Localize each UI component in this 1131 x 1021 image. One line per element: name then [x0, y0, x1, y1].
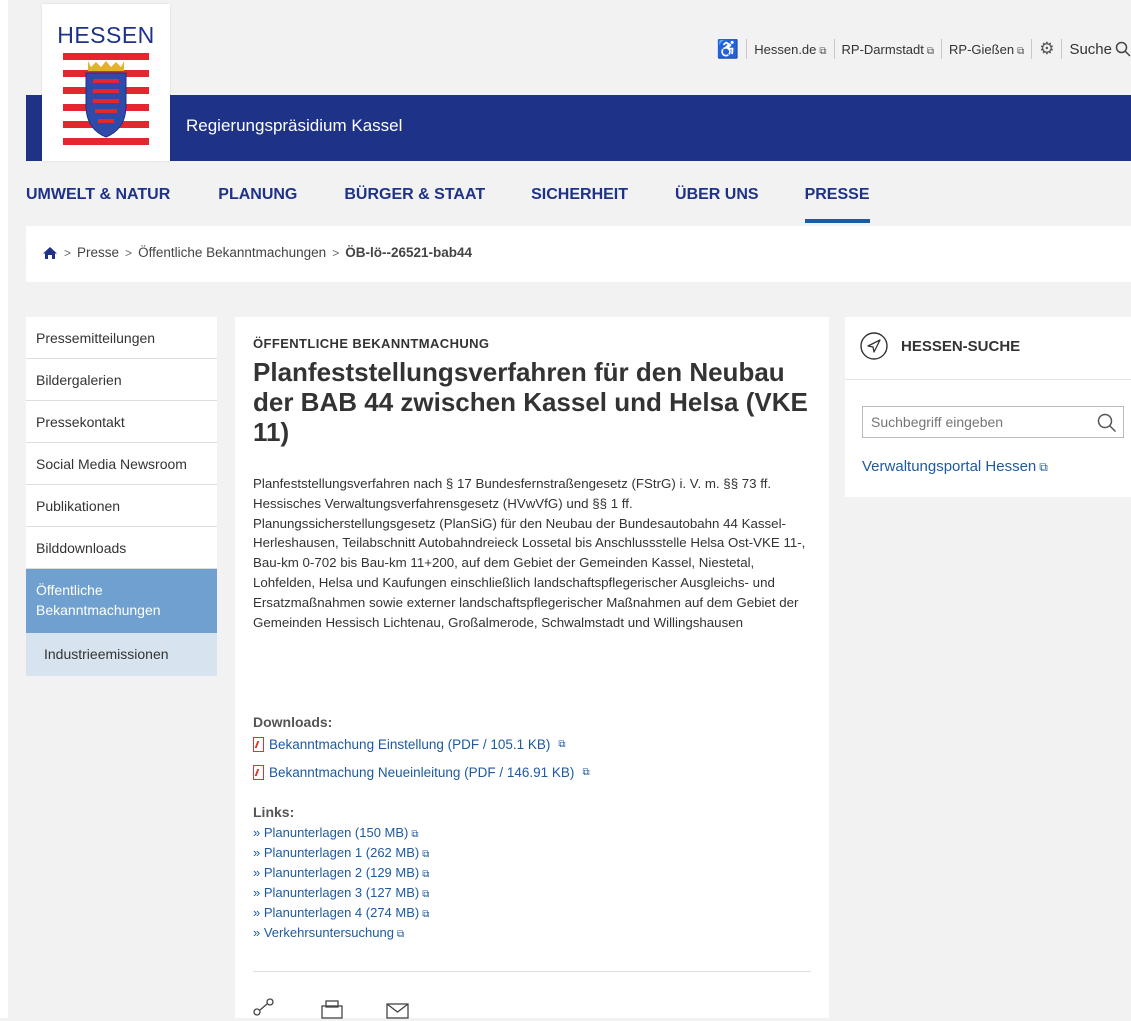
divider: [746, 39, 748, 59]
share-toolbar: [253, 997, 411, 1021]
nav-planung[interactable]: PLANUNG: [218, 186, 297, 204]
link-label: » Planunterlagen 2 (129 MB): [253, 865, 420, 880]
link-label: Verwaltungsportal Hessen: [862, 458, 1037, 475]
link-item[interactable]: » Planunterlagen 4 (274 MB) ⧉: [253, 905, 429, 920]
link-label: » Planunterlagen 3 (127 MB): [253, 885, 420, 900]
hessen-search-heading: HESSEN-SUCHE: [859, 331, 1020, 361]
sidebar-item-industrieemissionen[interactable]: Industrieemissionen: [26, 633, 217, 676]
divider: [941, 39, 943, 59]
paper-plane-icon: [860, 332, 888, 360]
link-item[interactable]: » Verkehrsuntersuchung ⧉: [253, 925, 404, 940]
divider: [833, 39, 835, 59]
settings-gear-icon[interactable]: ⚙: [1039, 39, 1054, 59]
breadcrumb: > Presse > Öffentliche Bekanntmachungen …: [42, 245, 472, 260]
sidebar-item-publikationen[interactable]: Publikationen: [26, 485, 217, 527]
chevron-right-icon: >: [332, 245, 340, 260]
search-icon[interactable]: [1097, 413, 1117, 433]
external-link-icon: ⧉: [1017, 45, 1025, 57]
home-icon[interactable]: [42, 246, 58, 260]
external-link-icon: ⧉: [819, 45, 827, 57]
hessen-logo[interactable]: HESSEN: [42, 4, 170, 161]
external-link-icon: ⧉: [582, 767, 590, 778]
sidebar-item-bekanntmachungen[interactable]: Öffentliche Bekanntmachungen: [26, 569, 217, 633]
search-label: Suche: [1069, 40, 1112, 58]
sidebar-navigation: Pressemitteilungen Bildergalerien Presse…: [26, 317, 217, 676]
nav-ueber-uns[interactable]: ÜBER UNS: [675, 186, 759, 204]
share-icon[interactable]: [253, 997, 279, 1021]
external-link-icon: ⧉: [926, 45, 935, 57]
article-kicker: ÖFFENTLICHE BEKANNTMACHUNG: [253, 336, 490, 351]
search-button[interactable]: Suche: [1069, 41, 1131, 58]
coat-of-arms-icon: [63, 53, 149, 145]
link-hessen-de[interactable]: Hessen.de ⧉: [754, 42, 826, 57]
external-link-icon: ⧉: [1039, 460, 1048, 474]
article-title: Planfeststellungsverfahren für den Neuba…: [253, 357, 808, 447]
pdf-icon: [253, 737, 264, 752]
nav-sicherheit[interactable]: SICHERHEIT: [531, 186, 628, 204]
site-name: Regierungspräsidium Kassel: [186, 116, 403, 135]
link-label: RP-Darmstadt: [841, 41, 924, 57]
link-rp-giessen[interactable]: RP-Gießen ⧉: [949, 42, 1024, 57]
external-link-icon: ⧉: [422, 909, 430, 920]
link-label: » Planunterlagen 4 (274 MB): [253, 905, 420, 920]
sidebar-item-pressekontakt[interactable]: Pressekontakt: [26, 401, 217, 443]
article: ÖFFENTLICHE BEKANNTMACHUNG Planfeststell…: [235, 317, 829, 1021]
link-label: » Planunterlagen (150 MB): [253, 825, 409, 840]
divider: [1031, 39, 1033, 59]
download-link[interactable]: Bekanntmachung Einstellung (PDF / 105.1 …: [253, 737, 566, 752]
nav-buerger-staat[interactable]: BÜRGER & STAAT: [344, 186, 485, 204]
service-navigation: ♿ Hessen.de ⧉ RP-Darmstadt ⧉ RP-Gießen ⧉ ⚙ …: [717, 37, 1131, 61]
external-link-icon: ⧉: [422, 849, 430, 860]
nav-umwelt-natur[interactable]: UMWELT & NATUR: [26, 186, 170, 204]
sidebar-item-bilddownloads[interactable]: Bilddownloads: [26, 527, 217, 569]
divider: [1061, 39, 1063, 59]
download-label: Bekanntmachung Neueinleitung (PDF / 146.…: [269, 765, 575, 780]
link-item[interactable]: » Planunterlagen 1 (262 MB) ⧉: [253, 845, 429, 860]
breadcrumb-presse[interactable]: Presse: [77, 245, 119, 260]
sidebar-item-pressemitteilungen[interactable]: Pressemitteilungen: [26, 317, 217, 359]
breadcrumb-bekanntmachungen[interactable]: Öffentliche Bekanntmachungen: [138, 245, 326, 260]
page-left-edge: [0, 0, 8, 1018]
divider: [253, 971, 811, 972]
download-label: Bekanntmachung Einstellung (PDF / 105.1 …: [269, 737, 551, 752]
nav-presse[interactable]: PRESSE: [804, 186, 870, 223]
main-navigation: UMWELT & NATUR PLANUNG BÜRGER & STAAT SI…: [26, 186, 870, 223]
article-body: Planfeststellungsverfahren nach § 17 Bun…: [253, 476, 806, 630]
link-label: RP-Gießen: [949, 41, 1015, 57]
verwaltungsportal-link[interactable]: Verwaltungsportal Hessen ⧉: [862, 458, 1048, 475]
hessen-search-input[interactable]: [862, 406, 1124, 438]
links-heading: Links:: [253, 804, 295, 820]
link-label: Hessen.de: [754, 41, 817, 57]
link-item[interactable]: » Planunterlagen (150 MB) ⧉: [253, 825, 419, 840]
search-icon: [1115, 41, 1131, 57]
downloads-heading: Downloads:: [253, 714, 333, 730]
link-rp-darmstadt[interactable]: RP-Darmstadt ⧉: [842, 42, 935, 57]
divider: [845, 379, 1131, 380]
link-item[interactable]: » Planunterlagen 3 (127 MB) ⧉: [253, 885, 429, 900]
print-icon[interactable]: [319, 997, 345, 1021]
external-link-icon: ⧉: [558, 739, 566, 750]
hessen-search-title: HESSEN-SUCHE: [901, 337, 1021, 355]
mail-icon[interactable]: [385, 997, 411, 1021]
logo-wordmark: HESSEN: [57, 22, 155, 48]
pdf-icon: [253, 765, 264, 780]
link-label: » Verkehrsuntersuchung: [253, 925, 394, 940]
external-link-icon: ⧉: [411, 829, 419, 840]
sidebar-item-social-media[interactable]: Social Media Newsroom: [26, 443, 217, 485]
chevron-right-icon: >: [64, 245, 72, 260]
breadcrumb-current: ÖB-lö--26521-bab44: [345, 245, 473, 260]
sidebar-item-bildergalerien[interactable]: Bildergalerien: [26, 359, 217, 401]
download-link[interactable]: Bekanntmachung Neueinleitung (PDF / 146.…: [253, 765, 590, 780]
accessibility-icon[interactable]: ♿: [717, 39, 739, 60]
external-link-icon: ⧉: [422, 869, 430, 880]
link-label: » Planunterlagen 1 (262 MB): [253, 845, 420, 860]
external-link-icon: ⧉: [396, 929, 405, 940]
chevron-right-icon: >: [125, 245, 133, 260]
hessen-search-box: HESSEN-SUCHE Verwaltungsportal Hessen⧉: [845, 317, 1131, 497]
external-link-icon: ⧉: [422, 889, 430, 900]
link-item[interactable]: » Planunterlagen 2 (129 MB) ⧉: [253, 865, 429, 880]
